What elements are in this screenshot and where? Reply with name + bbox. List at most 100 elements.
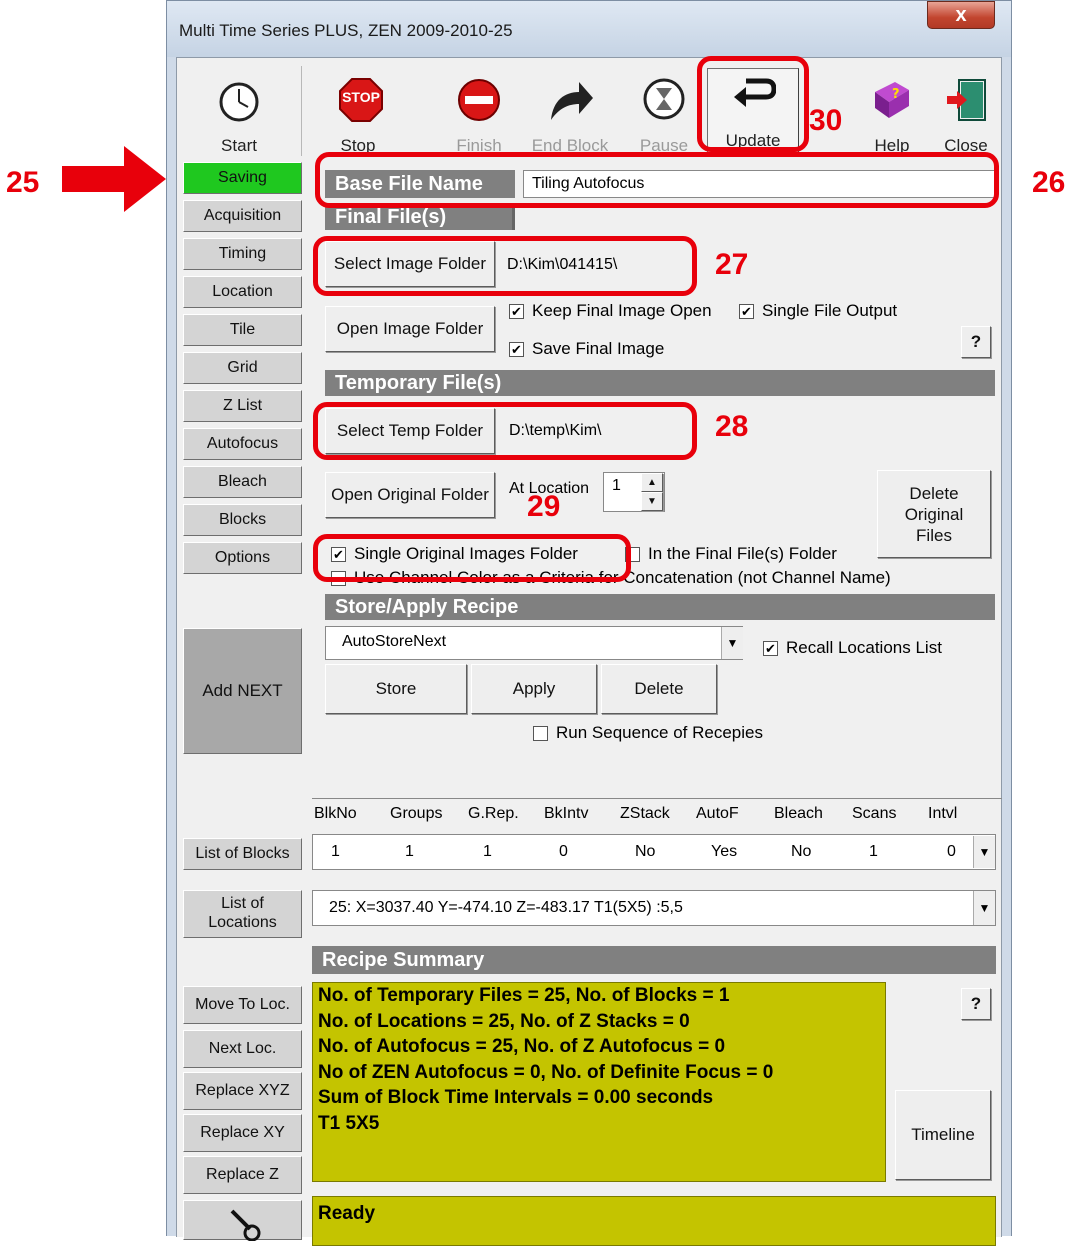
redo-arrow-icon — [551, 82, 593, 120]
recipe-summary-panel: No. of Temporary Files = 25, No. of Bloc… — [312, 982, 886, 1182]
col-bkintv: BkIntv — [544, 805, 589, 822]
cell-grep: 1 — [483, 843, 492, 860]
open-original-folder-button[interactable]: Open Original Folder — [325, 472, 495, 518]
blocks-table-row[interactable]: 1 1 1 0 No Yes No 1 0 ▼ — [312, 834, 996, 870]
help-button[interactable]: ? Help — [857, 60, 927, 160]
annotation-box-26 — [315, 152, 999, 208]
single-file-output-checkbox[interactable]: ✔ Single File Output — [739, 301, 897, 321]
sidebar-item-blocks[interactable]: Blocks — [183, 504, 302, 536]
save-final-image-checkbox[interactable]: ✔ Save Final Image — [509, 339, 664, 359]
app-window: Multi Time Series PLUS, ZEN 2009-2010-25… — [166, 0, 1012, 1246]
status-panel: Ready — [312, 1196, 996, 1246]
blocks-table-header: BlkNo Groups G.Rep. BkIntv ZStack AutoF … — [312, 798, 1002, 830]
recipe-select[interactable]: AutoStoreNext — [325, 626, 743, 660]
sidebar-item-bleach[interactable]: Bleach — [183, 466, 302, 498]
list-of-locations-label-2: Locations — [208, 914, 277, 931]
finish-button[interactable]: Finish — [435, 60, 523, 160]
sidebar-item-timing[interactable]: Timing — [183, 238, 302, 270]
sidebar-item-acquisition[interactable]: Acquisition — [183, 200, 302, 232]
window-close-button[interactable]: x — [927, 1, 995, 29]
window-title: Multi Time Series PLUS, ZEN 2009-2010-25 — [179, 21, 513, 40]
sidebar-item-grid[interactable]: Grid — [183, 352, 302, 384]
timeline-button[interactable]: Timeline — [895, 1090, 991, 1180]
annotation-number-27: 27 — [715, 248, 749, 281]
summary-line: No. of Autofocus = 25, No. of Z Autofocu… — [318, 1036, 726, 1057]
at-location-up-button[interactable]: ▲ — [641, 473, 663, 492]
list-of-blocks-button[interactable]: List of Blocks — [183, 838, 302, 870]
add-next-button[interactable]: Add NEXT — [183, 628, 302, 754]
sidebar-item-saving[interactable]: Saving — [183, 162, 302, 194]
no-entry-icon — [458, 79, 500, 121]
col-blkno: BlkNo — [314, 805, 357, 822]
store-recipe-button[interactable]: Store — [325, 664, 467, 714]
summary-line: No. of Locations = 25, No. of Z Stacks =… — [318, 1010, 690, 1032]
recipe-summary-header: Recipe Summary — [312, 946, 996, 974]
blocks-dropdown-icon[interactable]: ▼ — [973, 836, 995, 868]
hourglass-icon — [643, 78, 685, 120]
exit-door-icon — [947, 79, 986, 121]
svg-text:?: ? — [892, 87, 900, 102]
cell-intvl: 0 — [947, 843, 956, 860]
run-sequence-checkbox[interactable]: Run Sequence of Recepies — [533, 723, 763, 743]
sidebar-item-autofocus[interactable]: Autofocus — [183, 428, 302, 460]
stop-button[interactable]: STOP Stop — [309, 60, 407, 160]
delete-original-label-3: Files — [916, 525, 952, 545]
col-autof: AutoF — [696, 805, 739, 822]
close-button[interactable]: Close — [931, 60, 1001, 160]
col-bleach: Bleach — [774, 805, 823, 822]
annotation-number-25: 25 — [6, 166, 40, 199]
cell-groups: 1 — [405, 843, 414, 860]
final-files-help-button[interactable]: ? — [961, 326, 991, 358]
delete-original-label-2: Original — [904, 504, 964, 524]
summary-line: T1 5X5 — [318, 1112, 380, 1134]
summary-line: No of ZEN Autofocus = 0, No. of Definite… — [318, 1061, 774, 1083]
annotation-box-27 — [313, 236, 697, 296]
temporary-files-header: Temporary File(s) — [325, 370, 995, 396]
pause-button[interactable]: Pause — [623, 60, 705, 160]
annotation-box-30 — [697, 56, 809, 152]
help-book-icon: ? — [875, 82, 909, 118]
run-sequence-box — [533, 725, 548, 741]
replace-xyz-button[interactable]: Replace XYZ — [183, 1072, 302, 1110]
in-final-folder-checkbox[interactable]: In the Final File(s) Folder — [625, 544, 837, 564]
list-of-locations-button[interactable]: List of Locations — [183, 890, 302, 938]
recipe-dropdown-icon[interactable]: ▼ — [721, 627, 743, 659]
list-of-locations-label-1: List of — [221, 895, 264, 912]
replace-z-button[interactable]: Replace Z — [183, 1156, 302, 1194]
microscope-tool-button[interactable] — [183, 1200, 302, 1241]
cell-bleach: No — [791, 843, 812, 860]
col-grep: G.Rep. — [468, 805, 519, 822]
in-final-folder-label: In the Final File(s) Folder — [648, 544, 837, 563]
end-block-button[interactable]: End Block — [523, 60, 617, 160]
annotation-number-29: 29 — [527, 490, 561, 523]
delete-recipe-button[interactable]: Delete — [601, 664, 717, 714]
sidebar-item-tile[interactable]: Tile — [183, 314, 302, 346]
sidebar-item-options[interactable]: Options — [183, 542, 302, 574]
cell-scans: 1 — [869, 843, 878, 860]
move-to-location-button[interactable]: Move To Loc. — [183, 986, 302, 1024]
save-final-image-box: ✔ — [509, 341, 524, 357]
annotation-number-30: 30 — [809, 104, 843, 137]
toolbar-divider — [301, 66, 302, 156]
col-intvl: Intvl — [928, 805, 958, 822]
single-file-output-label: Single File Output — [762, 301, 898, 320]
replace-xy-button[interactable]: Replace XY — [183, 1114, 302, 1152]
locations-select[interactable]: 25: X=3037.40 Y=-474.10 Z=-483.17 T1(5X5… — [312, 890, 996, 926]
keep-final-image-open-checkbox[interactable]: ✔ Keep Final Image Open — [509, 301, 712, 321]
sidebar-item-z-list[interactable]: Z List — [183, 390, 302, 422]
run-sequence-label: Run Sequence of Recepies — [556, 723, 763, 742]
col-zstack: ZStack — [620, 805, 670, 822]
annotation-number-26: 26 — [1032, 166, 1066, 199]
apply-recipe-button[interactable]: Apply — [471, 664, 597, 714]
at-location-down-button[interactable]: ▼ — [641, 492, 663, 511]
single-file-output-box: ✔ — [739, 303, 754, 319]
delete-original-files-button[interactable]: Delete Original Files — [877, 470, 991, 558]
start-button[interactable]: Start — [187, 60, 291, 160]
sidebar-item-location[interactable]: Location — [183, 276, 302, 308]
summary-help-button[interactable]: ? — [961, 988, 991, 1020]
recall-locations-checkbox[interactable]: ✔ Recall Locations List — [763, 638, 942, 658]
locations-dropdown-icon[interactable]: ▼ — [973, 891, 995, 925]
keep-final-image-open-label: Keep Final Image Open — [532, 301, 712, 320]
open-image-folder-button[interactable]: Open Image Folder — [325, 306, 495, 352]
next-location-button[interactable]: Next Loc. — [183, 1030, 302, 1068]
